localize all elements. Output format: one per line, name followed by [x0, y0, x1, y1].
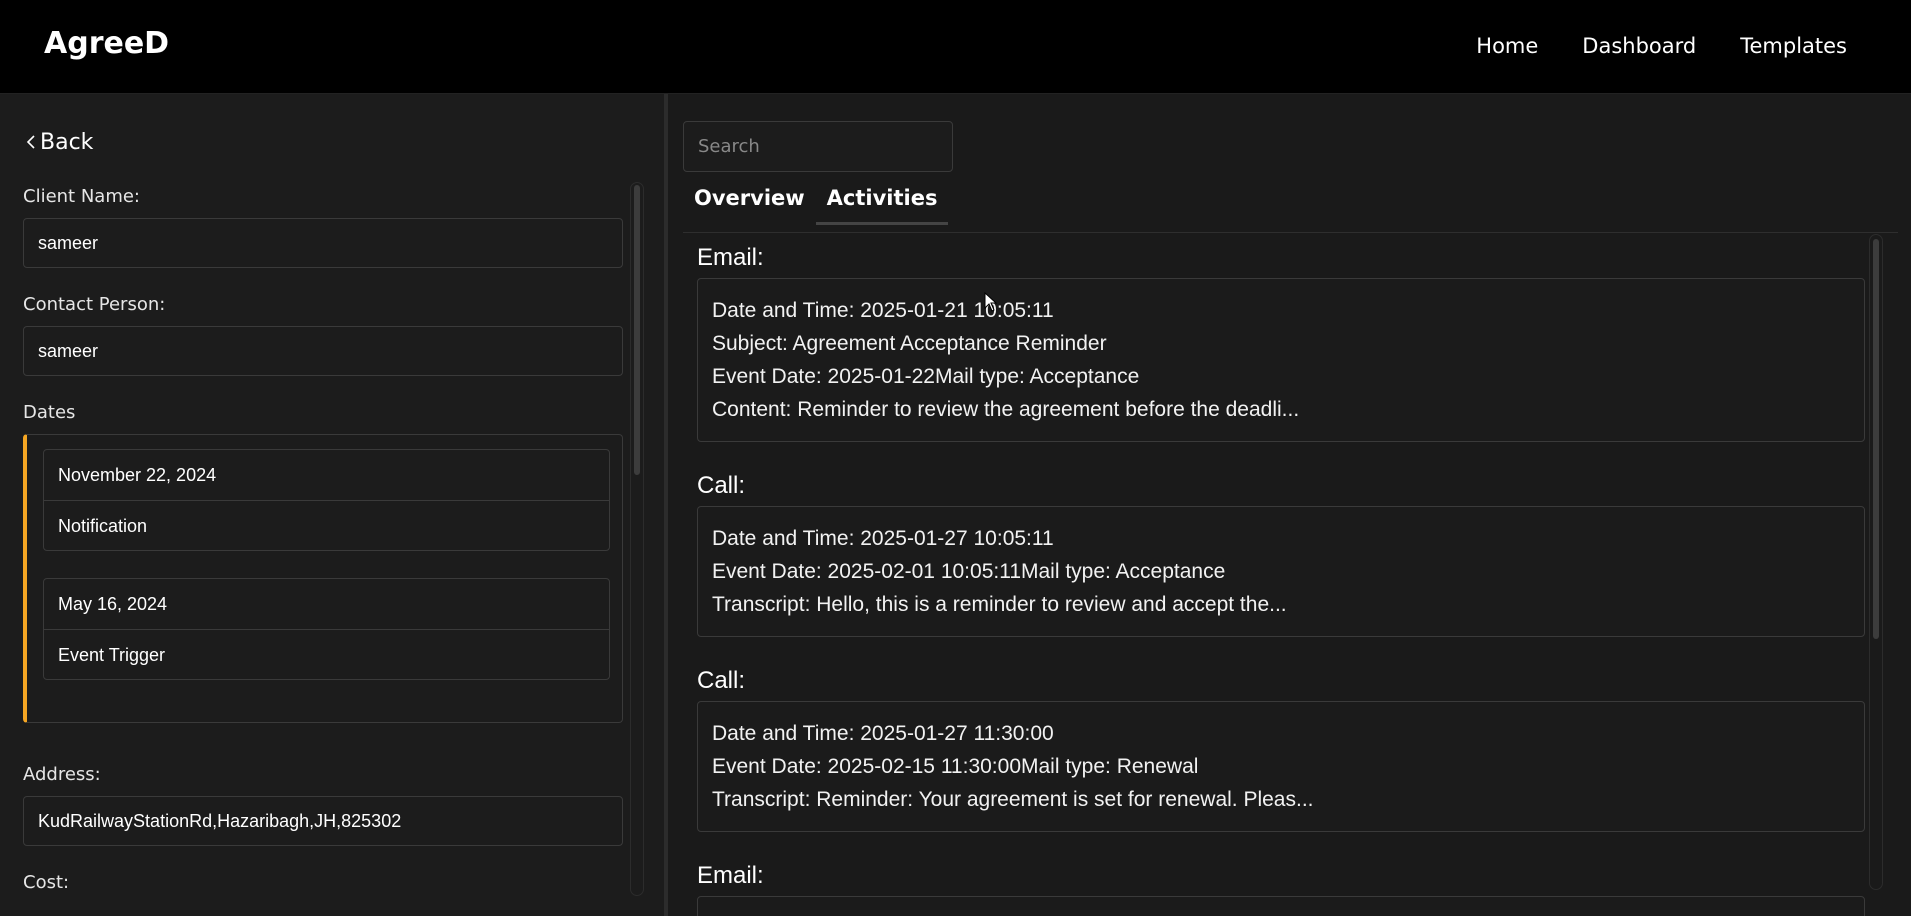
activity-type-label: Email: [697, 862, 764, 889]
activity-event-date: Event Date: 2025-02-01 10:05:11Mail type… [712, 560, 1226, 583]
activity-type-label: Email: [697, 244, 764, 271]
nav-links: Home Dashboard Templates [1476, 34, 1847, 58]
activity-event-date: Event Date: 2025-02-15 11:30:00Mail type… [712, 755, 1199, 778]
activity-card[interactable]: Date and Time: 2025-01-21 10:05:11 Subje… [697, 278, 1865, 442]
search-input[interactable] [683, 121, 953, 172]
activity-datetime: Date and Time: 2025-01-27 10:05:11 [712, 527, 1054, 550]
activity-card[interactable]: Date and Time: 2025-01-27 11:30:00 Event… [697, 701, 1865, 832]
date-value[interactable]: May 16, 2024 [44, 579, 609, 629]
right-scrollbar[interactable] [1869, 234, 1883, 890]
activity-subject: Subject: Agreement Acceptance Reminder [712, 332, 1107, 355]
address-field[interactable]: KudRailwayStationRd,Hazaribagh,JH,825302 [23, 796, 623, 846]
back-button[interactable]: Back [26, 130, 93, 155]
client-details-panel: Back Client Name: sameer Contact Person:… [0, 94, 668, 916]
dates-label: Dates [23, 402, 76, 423]
activity-content: Content: Reminder to review the agreemen… [712, 398, 1300, 421]
brand-logo[interactable]: AgreeD [44, 26, 169, 61]
contact-person-field[interactable]: sameer [23, 326, 623, 376]
activity-type-label: Call: [697, 472, 746, 499]
activities-list: Email: Date and Time: 2025-01-21 10:05:1… [672, 234, 1877, 916]
chevron-left-icon [26, 130, 36, 155]
client-name-field[interactable]: sameer [23, 218, 623, 268]
tab-bar: Overview Activities [694, 186, 949, 225]
activity-event-date: Event Date: 2025-01-22Mail type: Accepta… [712, 365, 1140, 388]
date-card: May 16, 2024 Event Trigger [43, 578, 610, 680]
address-label: Address: [23, 764, 101, 785]
top-navbar: AgreeD Home Dashboard Templates [0, 0, 1911, 94]
cost-label: Cost: [23, 872, 70, 893]
activity-datetime: Date and Time: 2025-01-21 10:05:11 [712, 299, 1054, 322]
tab-overview[interactable]: Overview [694, 186, 816, 225]
activity-type-label: Call: [697, 667, 746, 694]
tab-activities[interactable]: Activities [815, 186, 949, 225]
activity-card[interactable] [697, 896, 1865, 916]
left-scrollbar[interactable] [630, 182, 644, 896]
nav-templates-link[interactable]: Templates [1740, 34, 1847, 58]
nav-dashboard-link[interactable]: Dashboard [1582, 34, 1696, 58]
date-value[interactable]: November 22, 2024 [44, 450, 609, 500]
back-label: Back [40, 130, 94, 155]
client-details-scroll: Back Client Name: sameer Contact Person:… [0, 94, 640, 916]
activity-transcript: Transcript: Hello, this is a reminder to… [712, 593, 1287, 616]
activity-datetime: Date and Time: 2025-01-27 11:30:00 [712, 722, 1054, 745]
mouse-cursor-icon [984, 292, 998, 312]
activity-panel: Overview Activities Email: Date and Time… [672, 94, 1911, 916]
date-card: November 22, 2024 Notification [43, 449, 610, 551]
nav-home-link[interactable]: Home [1476, 34, 1538, 58]
tab-divider [683, 232, 1898, 233]
dates-list: November 22, 2024 Notification May 16, 2… [23, 434, 623, 723]
client-name-label: Client Name: [23, 186, 140, 207]
date-type[interactable]: Event Trigger [44, 629, 609, 679]
left-scrollbar-thumb[interactable] [634, 185, 640, 475]
contact-person-label: Contact Person: [23, 294, 166, 315]
date-type[interactable]: Notification [44, 500, 609, 550]
activity-transcript: Transcript: Reminder: Your agreement is … [712, 788, 1314, 811]
activity-card[interactable]: Date and Time: 2025-01-27 10:05:11 Event… [697, 506, 1865, 637]
right-scrollbar-thumb[interactable] [1873, 239, 1879, 639]
